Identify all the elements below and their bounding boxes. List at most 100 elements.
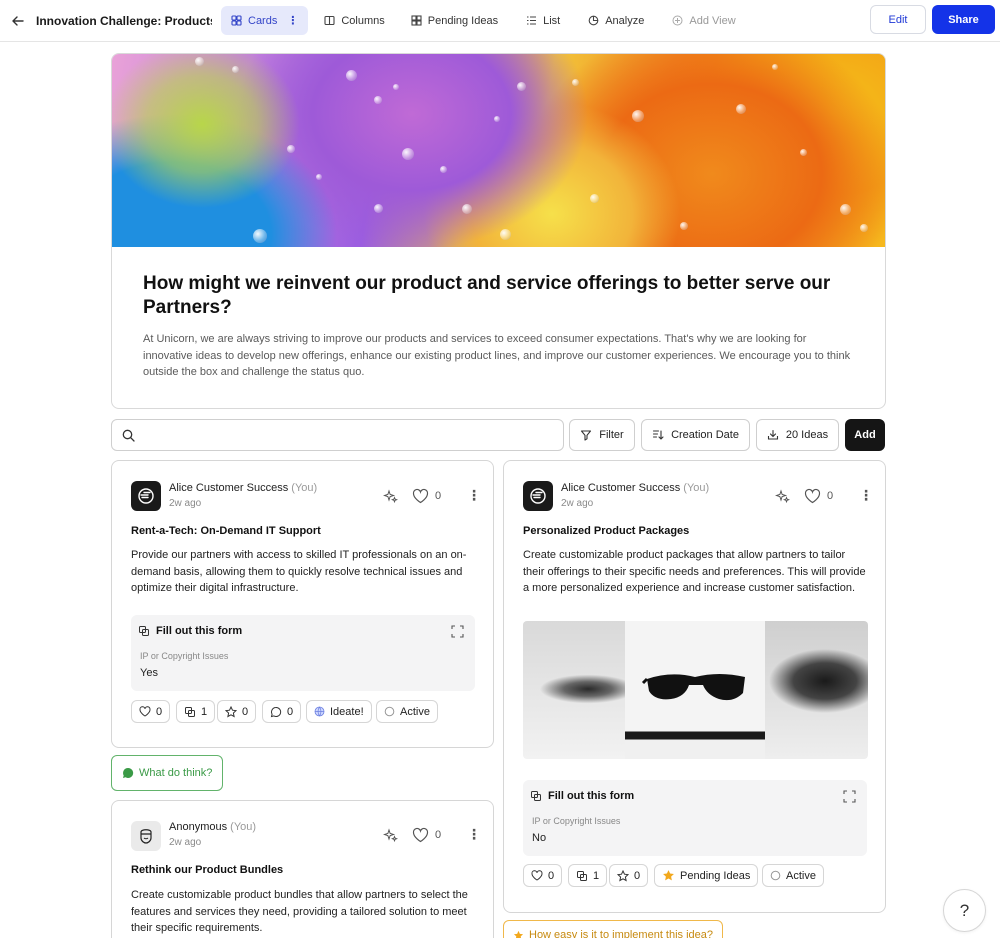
brand-logo-icon — [138, 488, 154, 504]
idea-description: Provide our partners with access to skil… — [131, 549, 467, 594]
bubble — [500, 229, 511, 240]
like-button[interactable]: 0 — [412, 488, 441, 504]
forms-chip[interactable]: 1 — [568, 864, 608, 887]
bubble — [253, 229, 267, 243]
author-name: Anonymous (You) — [169, 821, 256, 833]
like-button[interactable]: 0 — [804, 488, 833, 504]
tab-label: Add View — [689, 14, 736, 27]
stage-chip[interactable]: Ideate! — [306, 700, 372, 723]
back-arrow-icon[interactable] — [2, 5, 34, 37]
likes-chip[interactable]: 0 — [523, 864, 563, 887]
form-field-value: No — [532, 832, 547, 844]
rating-chip[interactable]: 0 — [609, 864, 649, 887]
like-button[interactable]: 0 — [412, 827, 441, 843]
likes-chip[interactable]: 0 — [131, 700, 171, 723]
tab-analyze[interactable]: Analyze — [578, 6, 654, 35]
bubble — [680, 222, 688, 230]
edit-button[interactable]: Edit — [870, 5, 926, 34]
idea-card[interactable]: Anonymous (You) 2w ago 0 ⋮ Rethink our P… — [111, 800, 494, 938]
chat-bubble-icon — [123, 767, 134, 778]
status-chip[interactable]: Active — [376, 700, 438, 723]
ai-sparkle-icon[interactable] — [383, 828, 398, 843]
feedback-prompt-button[interactable]: What do think? — [111, 755, 224, 791]
download-tray-icon — [767, 429, 778, 440]
chip-count: 0 — [242, 705, 249, 718]
comments-chip[interactable]: 0 — [262, 700, 302, 723]
ai-sparkle-icon[interactable] — [775, 489, 790, 504]
bubble — [462, 204, 472, 214]
idea-card[interactable]: Alice Customer Success (You) 2w ago 0 ⋮ … — [111, 460, 494, 748]
tab-pending-ideas[interactable]: Pending Ideas — [401, 6, 508, 35]
analyze-icon — [588, 15, 599, 26]
status-chip[interactable]: Active — [762, 864, 824, 887]
add-view-button[interactable]: Add View — [662, 6, 745, 35]
feasibility-prompt-button[interactable]: How easy is it to implement this idea? — [503, 920, 724, 938]
image-panel — [765, 621, 868, 759]
top-bar: Innovation Challenge: Products... Cards … — [0, 0, 1000, 42]
idea-card[interactable]: Alice Customer Success (You) 2w ago 0 ⋮ … — [503, 460, 886, 913]
star-filled-icon — [663, 870, 674, 881]
tab-list[interactable]: List — [516, 6, 570, 35]
export-ideas-button[interactable]: 20 Ideas — [756, 419, 839, 451]
tab-columns[interactable]: Columns — [314, 6, 394, 35]
tab-label: Columns — [341, 14, 385, 27]
status-circle-icon — [384, 706, 395, 717]
idea-title: Personalized Product Packages — [523, 525, 690, 537]
search-bar — [111, 419, 564, 451]
image-panel — [523, 621, 625, 759]
search-input[interactable] — [143, 421, 563, 449]
tab-cards[interactable]: Cards ⋮ — [221, 6, 309, 35]
heart-icon — [531, 870, 543, 881]
chip-count: 1 — [593, 869, 600, 882]
idea-title: Rent-a-Tech: On-Demand IT Support — [131, 525, 321, 537]
challenge-heading: How might we reinvent our product and se… — [143, 273, 831, 318]
help-button[interactable]: ? — [943, 889, 986, 932]
bubble — [374, 96, 382, 104]
forms-chip[interactable]: 1 — [176, 700, 216, 723]
form-title-label: Fill out this form — [548, 790, 635, 802]
list-icon — [527, 16, 537, 25]
author-label: Alice Customer Success — [169, 482, 289, 494]
share-button[interactable]: Share — [932, 5, 995, 34]
tab-label: Analyze — [605, 14, 645, 27]
bubble — [374, 204, 383, 213]
star-icon — [617, 869, 629, 881]
idea-title: Rethink our Product Bundles — [131, 864, 284, 876]
bubble — [393, 84, 399, 90]
form-title-label: Fill out this form — [156, 625, 243, 637]
challenge-title: Innovation Challenge: Products... — [36, 13, 212, 28]
image-panel — [625, 621, 765, 759]
sort-button[interactable]: Creation Date — [641, 419, 750, 451]
form-tag-icon — [139, 626, 149, 636]
more-options-icon[interactable]: ⋮ — [859, 487, 873, 504]
pending-ideas-icon — [411, 15, 422, 26]
bubble — [346, 70, 357, 81]
rating-chip[interactable]: 0 — [217, 700, 257, 723]
bubble — [517, 82, 526, 91]
tab-options-icon[interactable]: ⋮ — [287, 14, 298, 27]
more-options-icon[interactable]: ⋮ — [467, 826, 481, 843]
chip-count: 0 — [156, 705, 163, 718]
form-field-label: IP or Copyright Issues — [140, 651, 229, 661]
challenge-description: At Unicorn, we are always striving to im… — [143, 333, 851, 378]
anonymous-face-icon — [140, 829, 152, 844]
bubble — [572, 79, 579, 86]
author-label: Alice Customer Success — [561, 482, 681, 494]
stage-chip[interactable]: Pending Ideas — [654, 864, 759, 887]
heart-icon — [139, 706, 151, 717]
filter-button[interactable]: Filter — [569, 419, 635, 451]
you-label: (You) — [291, 482, 318, 494]
avatar — [131, 821, 161, 851]
plus-circle-icon — [672, 15, 683, 26]
expand-icon[interactable] — [451, 625, 464, 641]
heart-icon — [412, 488, 429, 504]
more-options-icon[interactable]: ⋮ — [467, 487, 481, 504]
bubble — [402, 148, 414, 160]
expand-icon[interactable] — [843, 790, 856, 806]
bubble — [287, 145, 295, 153]
chip-count: 1 — [201, 705, 208, 718]
ai-sparkle-icon[interactable] — [383, 489, 398, 504]
add-idea-button[interactable]: Add — [845, 419, 885, 451]
bubble — [590, 194, 599, 203]
idea-image-sunglasses[interactable] — [523, 621, 868, 759]
